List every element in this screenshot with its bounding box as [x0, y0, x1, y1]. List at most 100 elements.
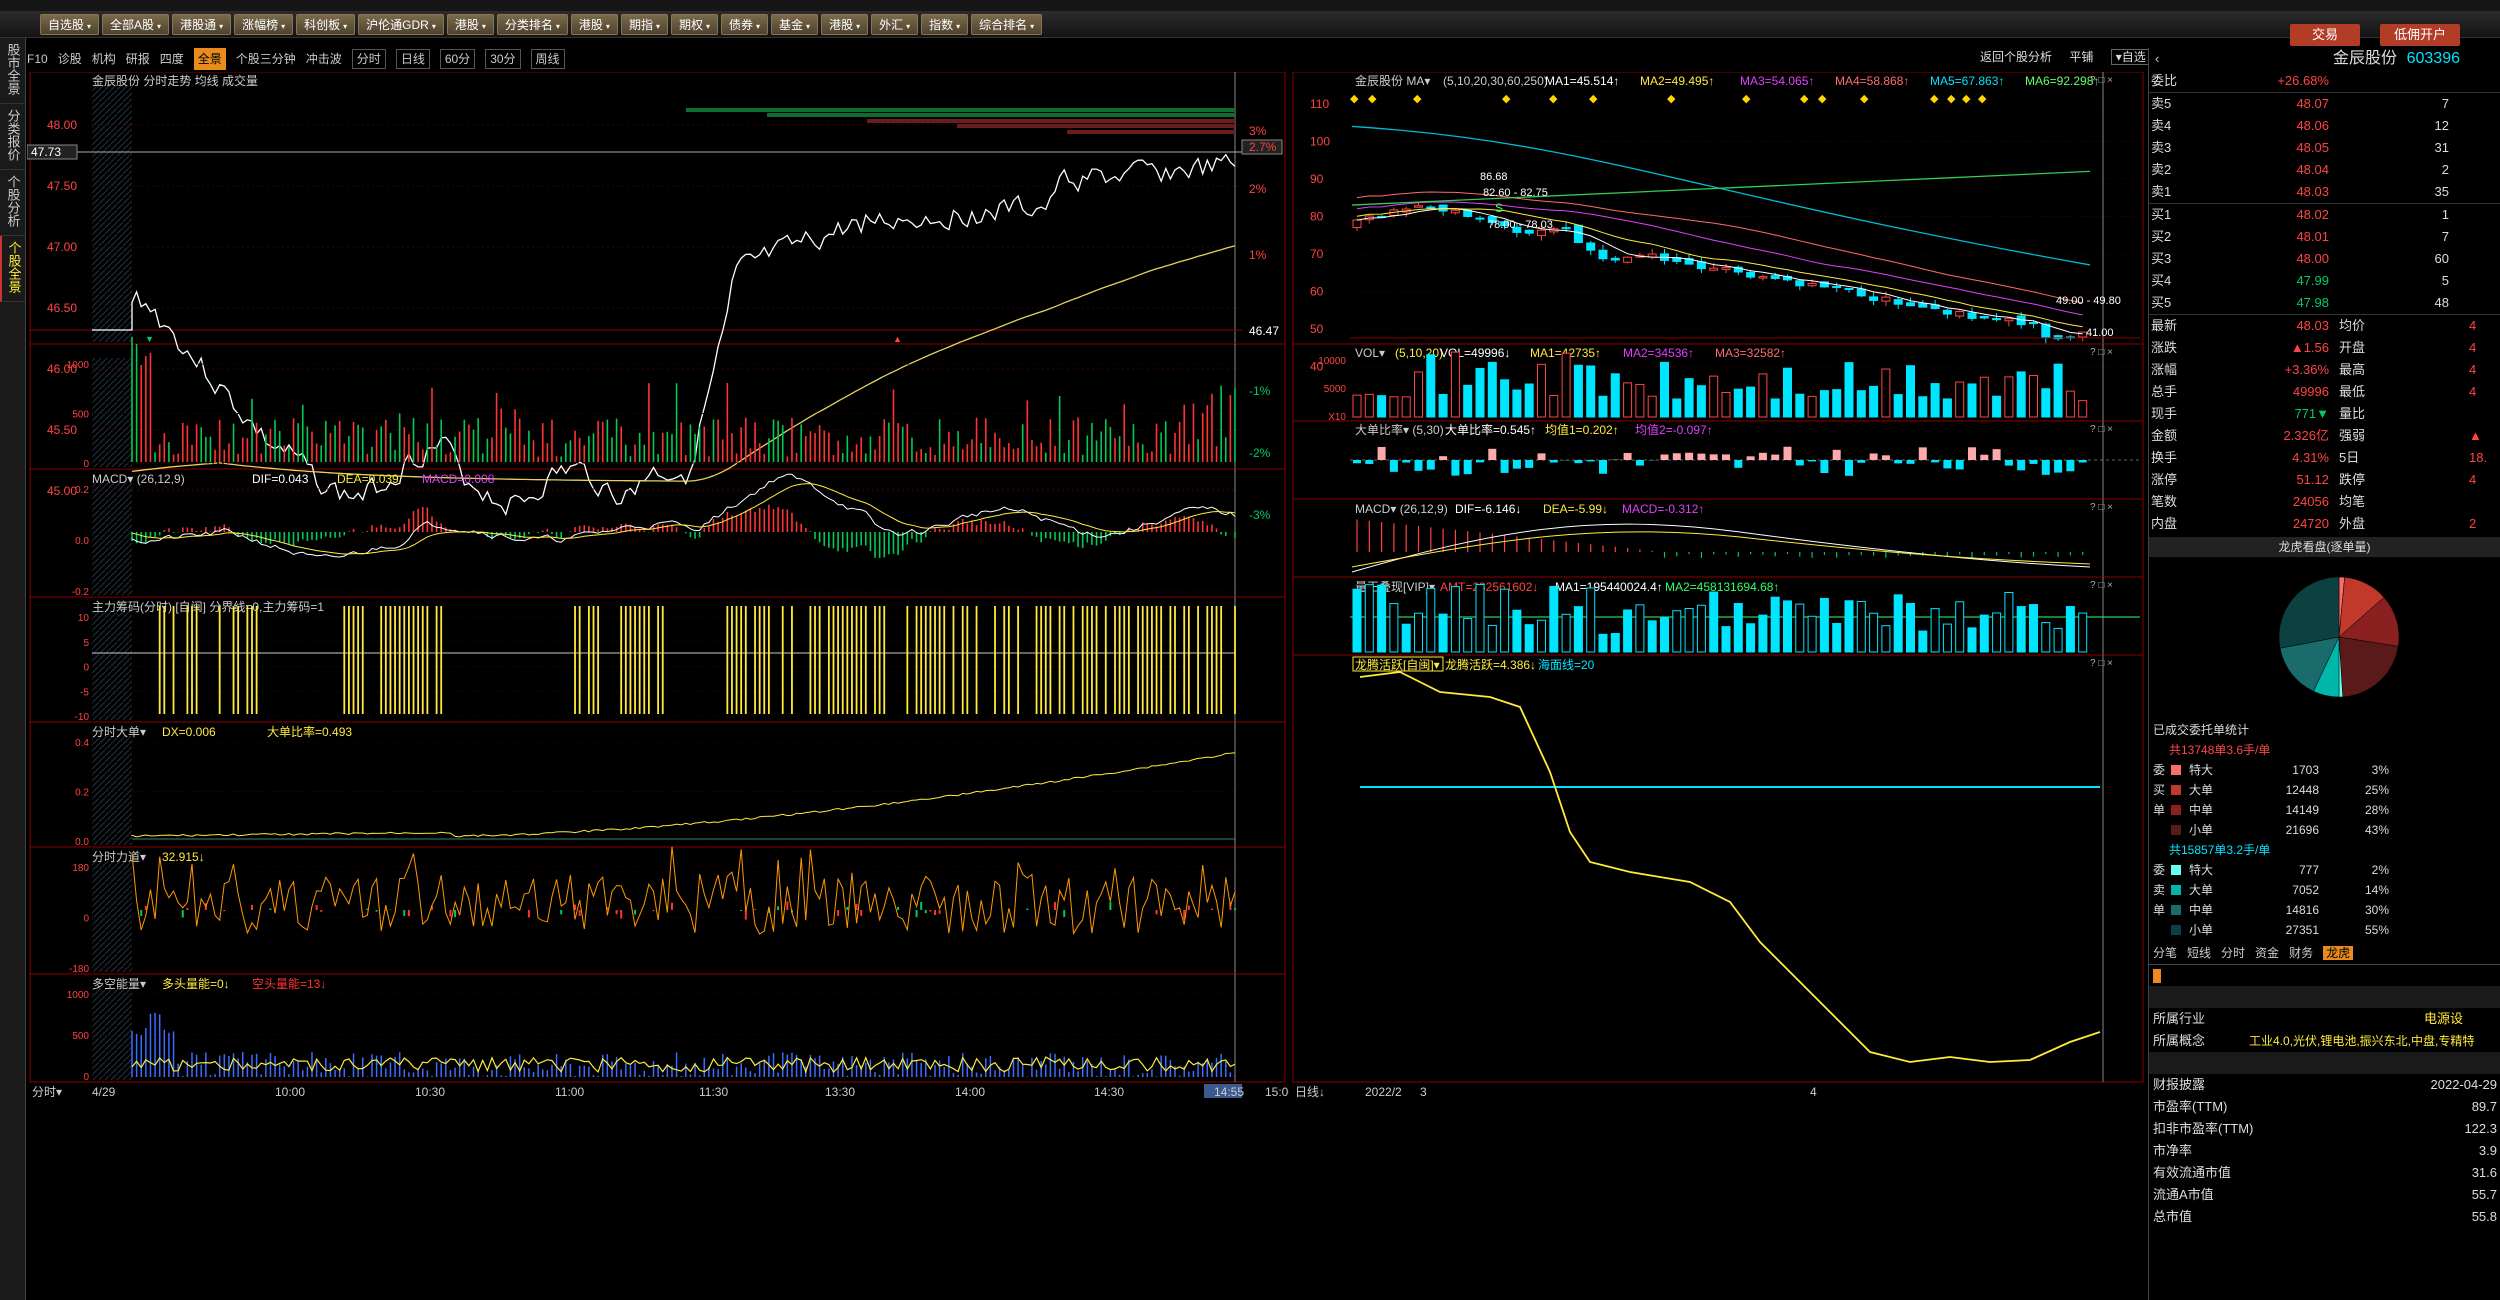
time-label: 10:30	[415, 1085, 445, 1099]
signal-diamond-icon: ◆	[1413, 93, 1422, 105]
toolbar-btn-9[interactable]: 期指 ▾	[620, 14, 668, 35]
sell-block: 卖5 48.07 7 卖4 48.06 12 卖3 48.05 31 卖2 48.04 2 卖1 48.0…	[2149, 92, 2500, 204]
lz-bar	[1586, 587, 1596, 653]
deal-swatch	[2171, 765, 2181, 775]
subtab-9[interactable]: 日线	[395, 49, 430, 69]
signal-diamond-icon: ◆	[1589, 93, 1598, 105]
quote-key: 涨幅	[2151, 362, 2178, 377]
subtab-12[interactable]: 周线	[530, 49, 565, 69]
right-tab-3[interactable]: 资金	[2255, 946, 2279, 960]
bigratio-bar	[1439, 456, 1448, 460]
vol-bar	[1930, 383, 1940, 418]
lz-bar	[1561, 613, 1571, 653]
deal-vol: 14149	[2285, 803, 2319, 817]
macd-left-label: MACD▾ (26,12,9)	[92, 472, 185, 486]
kline-header: 金辰股份 MA▾	[1355, 73, 1430, 88]
lz-bar	[1992, 612, 2002, 653]
open-account-button[interactable]: 低佣开户	[2380, 24, 2460, 46]
toolbar-btn-12[interactable]: 基金 ▾	[771, 14, 819, 35]
quote-row: 笔数 24056 均笔	[2149, 491, 2500, 513]
vol-axis: 10000	[1318, 356, 1346, 367]
right-tab-0[interactable]: 分笔	[2153, 946, 2177, 960]
sell-price: 48.06	[2296, 118, 2329, 133]
lz-bar	[2004, 592, 2014, 653]
trade-button[interactable]: 交易	[2290, 24, 2360, 46]
panel-ctrl-icons[interactable]: ? □ ×	[2090, 347, 2113, 358]
toolbar-btn-16[interactable]: 综合排名 ▾	[971, 14, 1043, 35]
deal-type: 小单	[2189, 823, 2214, 837]
vol-bar	[2004, 376, 2014, 418]
quote-value2: 2	[2469, 516, 2477, 531]
main-chip-label: 主力筹码(分时) [自闽] 分界线=0,主力筹码=1	[92, 600, 324, 614]
bigratio-bar	[1353, 460, 1361, 464]
sidenav-item-3[interactable]: 个股全景	[0, 236, 26, 302]
toolbar-btn-6[interactable]: 港股 ▾	[446, 14, 494, 35]
toolbar-btn-5[interactable]: 沪伦通GDR ▾	[358, 14, 444, 35]
tile-link[interactable]: 平铺	[2069, 50, 2093, 64]
axis-label: 0.0	[75, 837, 89, 848]
sidenav-item-1[interactable]: 分类报价	[0, 104, 26, 170]
toolbar-btn-3[interactable]: 涨幅榜 ▾	[234, 14, 294, 35]
subtab-2[interactable]: 机构	[92, 48, 116, 70]
lz-bar	[1758, 614, 1768, 653]
subtab-11[interactable]: 30分	[485, 49, 521, 69]
toolbar-btn-7[interactable]: 分类排名 ▾	[496, 14, 568, 35]
buy-label: 买1	[2151, 207, 2172, 222]
panel-ctrl-icons[interactable]: ? □ ×	[2090, 658, 2113, 669]
toolbar-btn-0[interactable]: 自选股 ▾	[40, 14, 100, 35]
buy-volume: 48	[2434, 295, 2449, 310]
axis-label: 0	[83, 1072, 89, 1083]
big-order-label: 分时大单▾	[92, 725, 146, 739]
right-tab-5[interactable]: 龙虎	[2323, 946, 2354, 960]
toolbar-btn-8[interactable]: 港股 ▾	[570, 14, 618, 35]
toolbar-btn-2[interactable]: 港股通 ▾	[172, 14, 232, 35]
candle-body	[1758, 276, 1768, 279]
toolbar-btn-10[interactable]: 期权 ▾	[670, 14, 718, 35]
toolbar-btn-14[interactable]: 外汇 ▾	[871, 14, 919, 35]
candle-body	[1438, 204, 1448, 212]
subtab-6[interactable]: 个股三分钟	[236, 48, 296, 70]
sidenav-item-2[interactable]: 个股分析	[0, 170, 26, 236]
candle-body	[1623, 256, 1633, 263]
subtab-0[interactable]: F10	[27, 48, 48, 70]
back-arrow-icon[interactable]: ‹	[2155, 48, 2159, 70]
toolbar-btn-label: 综合排名	[979, 18, 1028, 32]
fin-tab[interactable]	[2153, 969, 2161, 983]
right-tab-2[interactable]: 分时	[2221, 946, 2245, 960]
subtab-5[interactable]: 全景	[193, 48, 226, 70]
force-value: 32.915↓	[162, 850, 205, 864]
toolbar-btn-11[interactable]: 债券 ▾	[721, 14, 769, 35]
right-tab-4[interactable]: 财务	[2289, 946, 2313, 960]
subtab-8[interactable]: 分时	[351, 49, 386, 69]
subtab-3[interactable]: 研报	[126, 48, 150, 70]
premarket-hatch-5	[92, 861, 132, 972]
toolbar-btn-label: 基金	[779, 18, 804, 32]
right-tab-1[interactable]: 短线	[2187, 946, 2211, 960]
back-link[interactable]: 返回个股分析	[1980, 50, 2052, 64]
panel-ctrl-icons[interactable]: ? □ ×	[2090, 580, 2113, 591]
toolbar-btn-1[interactable]: 全部A股 ▾	[102, 14, 170, 35]
subtab-7[interactable]: 冲击波	[306, 48, 342, 70]
right-tabs: 分笔 短线 分时 资金 财务 龙虎	[2149, 942, 2500, 964]
intraday-chart-svg[interactable]: 金辰股份 分时走势 均线 成交量48.0047.5047.0046.5046.0…	[27, 72, 1289, 1300]
subtab-10[interactable]: 60分	[439, 49, 476, 69]
panel-ctrl-icons[interactable]: ? □ ×	[2090, 502, 2113, 513]
quote-value: 771▼	[2294, 406, 2329, 421]
toolbar-btn-label: 港股	[578, 18, 603, 32]
deal-swatch	[2171, 865, 2181, 875]
kline-chart-svg[interactable]: ? □ ×? □ ×? □ ×? □ ×? □ ×? □ ×金辰股份 MA▾ (…	[1290, 72, 2145, 1300]
candle-body	[1893, 299, 1903, 305]
toolbar-btn-15[interactable]: 指数 ▾	[921, 14, 969, 35]
premarket-hatch-2	[92, 483, 132, 595]
toolbar-btn-4[interactable]: 科创板 ▾	[296, 14, 356, 35]
time-label: 11:00	[555, 1085, 584, 1099]
fin-value: 2022-04-29	[2430, 1077, 2498, 1092]
subtab-1[interactable]: 诊股	[58, 48, 82, 70]
sidenav-item-0[interactable]: 股市全景	[0, 38, 26, 104]
subtab-4[interactable]: 四度	[160, 48, 184, 70]
toolbar-btn-13[interactable]: 港股 ▾	[821, 14, 869, 35]
dropdown-arrow-icon: ▾	[219, 22, 224, 31]
dragon-label: 龙腾活跃[自闽]▾	[1355, 657, 1440, 672]
candle-body	[1610, 257, 1620, 261]
panel-ctrl-icons[interactable]: ? □ ×	[2090, 424, 2113, 435]
